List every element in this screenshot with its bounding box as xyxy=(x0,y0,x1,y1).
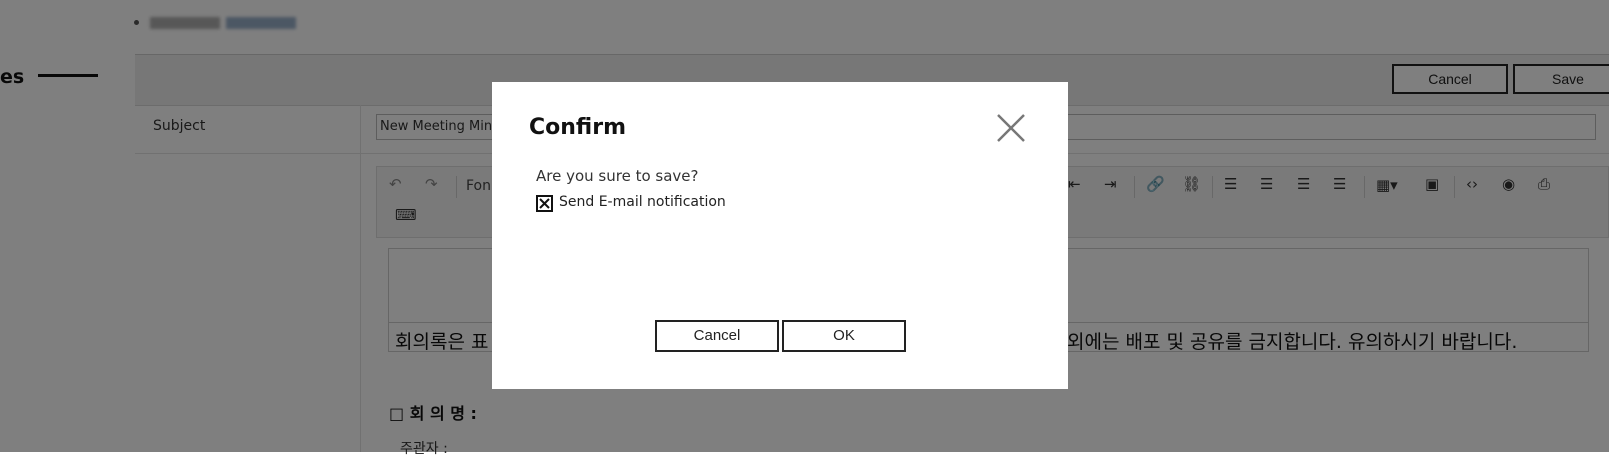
dialog-ok-button[interactable]: OK xyxy=(782,320,906,352)
email-notification-label[interactable]: Send E-mail notification xyxy=(559,194,726,210)
close-icon[interactable] xyxy=(995,112,1027,144)
email-notification-checkbox[interactable] xyxy=(536,195,553,212)
confirm-dialog: Confirm Are you sure to save? Send E-mai… xyxy=(492,82,1068,389)
dialog-message: Are you sure to save? xyxy=(536,167,699,185)
dialog-title: Confirm xyxy=(529,115,627,140)
dialog-cancel-button[interactable]: Cancel xyxy=(655,320,779,352)
